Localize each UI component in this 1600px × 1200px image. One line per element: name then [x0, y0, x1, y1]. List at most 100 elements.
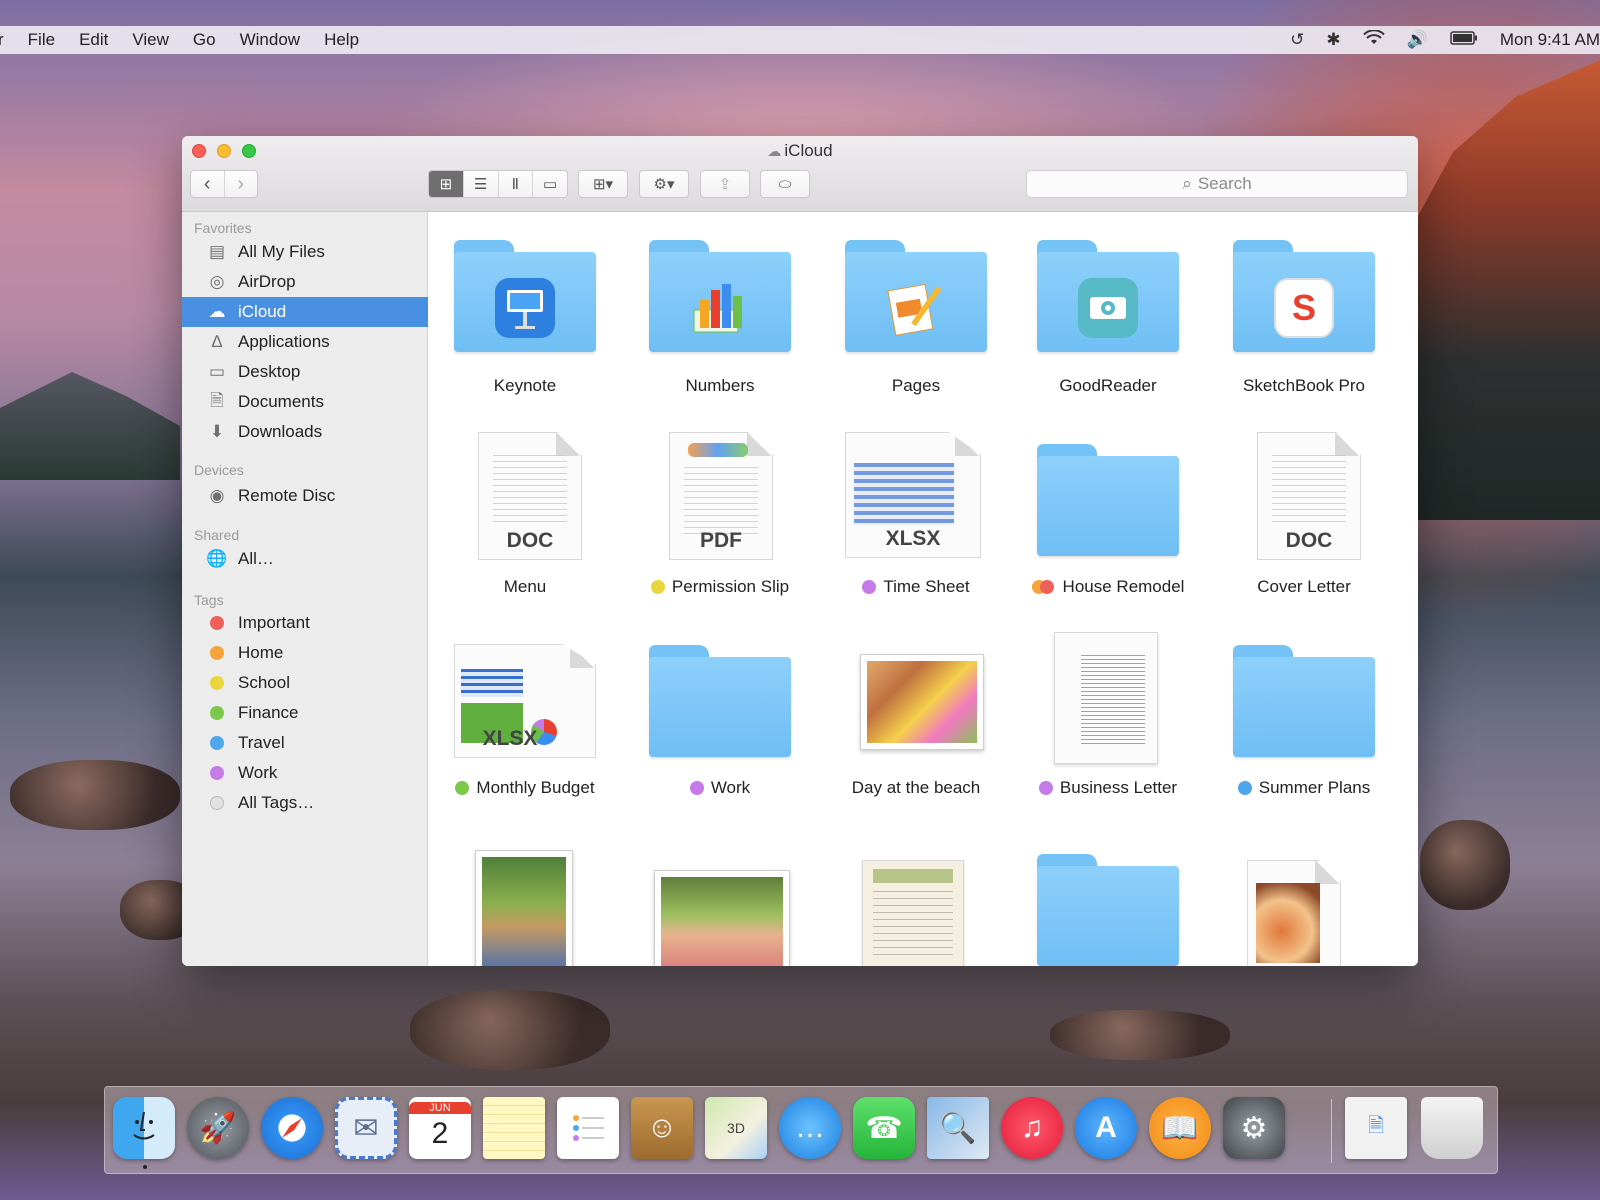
safari-icon[interactable] [261, 1097, 323, 1159]
folder-icon [649, 645, 791, 757]
tag-color-dot [455, 781, 470, 795]
item-name: Permission Slip [671, 577, 790, 596]
sidebar-item-icloud[interactable]: ☁ iCloud [182, 297, 428, 327]
dock-separator [1331, 1099, 1332, 1163]
column-view-button[interactable]: Ⅱ [497, 171, 533, 197]
apple-menu-fragment[interactable]: r [0, 30, 4, 50]
sidebar-item-documents[interactable]: 🗎 Documents [182, 387, 428, 417]
reminders-icon[interactable] [557, 1097, 619, 1159]
sidebar-item-downloads[interactable]: ⬇ Downloads [182, 417, 428, 447]
tag-color-dot [210, 736, 224, 750]
itunes-icon[interactable]: ♫ [1001, 1097, 1063, 1159]
sidebar-tag-all-tags[interactable]: All Tags… [182, 788, 428, 818]
trash-icon[interactable] [1421, 1097, 1483, 1159]
sidebar-item-airdrop[interactable]: ◎ AirDrop [182, 267, 428, 297]
time-machine-icon[interactable]: ↺ [1290, 30, 1304, 50]
sidebar-tag-important[interactable]: Important [182, 608, 428, 638]
tag-color-dot [210, 766, 224, 780]
document-thumbnail: XLSX [454, 644, 596, 758]
menu-view[interactable]: View [132, 30, 169, 50]
item-name: Summer Plans [1258, 778, 1371, 797]
facetime-icon[interactable]: ☎ [853, 1097, 915, 1159]
sidebar-item-label: Work [238, 763, 278, 782]
menu-file[interactable]: File [28, 30, 55, 50]
icon-view-button[interactable]: ⊞ [429, 171, 463, 197]
contacts-icon[interactable]: ☺ [631, 1097, 693, 1159]
menu-edit[interactable]: Edit [79, 30, 108, 50]
sidebar-item-label: Downloads [238, 422, 323, 441]
sidebar-item-label: Important [238, 613, 310, 632]
notes-icon[interactable] [483, 1097, 545, 1159]
action-gear-button[interactable]: ⚙▾ [639, 170, 689, 198]
folder-icon[interactable] [1037, 854, 1179, 966]
sidebar-item-label: All Tags… [238, 793, 315, 812]
sidebar-tag-work[interactable]: Work [182, 758, 428, 788]
edit-tags-button[interactable]: ⬭ [760, 170, 810, 198]
sidebar-section-favorites: Favorites [194, 220, 252, 236]
sidebar-item-label: School [238, 673, 290, 692]
item-name: Cover Letter [1257, 577, 1351, 596]
item-name: SketchBook Pro [1243, 376, 1365, 395]
sidebar-item-desktop[interactable]: ▭ Desktop [182, 357, 428, 387]
share-button[interactable]: ⇪ [700, 170, 750, 198]
battery-icon[interactable] [1450, 30, 1478, 50]
sidebar-tag-finance[interactable]: Finance [182, 698, 428, 728]
downloads-stack-icon[interactable]: 🗎 [1345, 1097, 1407, 1159]
tag-color-dot [210, 616, 224, 630]
search-field[interactable]: ⌕ Search [1026, 170, 1408, 198]
sidebar-item-shared-all[interactable]: 🌐 All… [182, 544, 428, 574]
sidebar-tag-school[interactable]: School [182, 668, 428, 698]
preview-icon[interactable]: 🔍 [927, 1097, 989, 1159]
app-store-icon[interactable]: A [1075, 1097, 1137, 1159]
item-name: Time Sheet [883, 577, 970, 596]
launchpad-icon[interactable]: 🚀 [187, 1097, 249, 1159]
menu-window[interactable]: Window [240, 30, 300, 50]
menu-bar-clock[interactable]: Mon 9:41 AM [1500, 30, 1600, 50]
cloud-icon: ☁ [767, 143, 782, 159]
sidebar-tag-home[interactable]: Home [182, 638, 428, 668]
cover-flow-button[interactable]: ▭ [532, 171, 567, 197]
keynote-icon [495, 278, 555, 338]
tag-color-dot [650, 580, 665, 594]
photo-thumbnail-girl-in-field[interactable] [654, 870, 790, 966]
wifi-icon[interactable] [1362, 28, 1385, 51]
forward-button[interactable]: › [223, 171, 258, 197]
sidebar-item-label: Home [238, 643, 284, 662]
sidebar-item-all-my-files[interactable]: ▤ All My Files [182, 237, 428, 267]
system-preferences-icon[interactable]: ⚙ [1223, 1097, 1285, 1159]
back-button[interactable]: ‹ [191, 171, 224, 197]
volume-icon[interactable]: 🔊 [1407, 30, 1428, 50]
finder-icon[interactable] [113, 1097, 175, 1159]
mail-icon[interactable]: ✉ [335, 1097, 397, 1159]
tag-color-dot [862, 580, 877, 594]
messages-icon[interactable]: … [779, 1097, 841, 1159]
menu-go[interactable]: Go [193, 30, 216, 50]
sidebar-item-applications[interactable]: ∆ Applications [182, 327, 428, 357]
document-thumbnail-garden-notes[interactable] [862, 860, 964, 966]
window-title: ☁ iCloud [182, 141, 1418, 161]
bluetooth-icon[interactable]: ✱ [1326, 30, 1340, 50]
item-name: Pages [891, 376, 941, 395]
maps-icon[interactable]: 3D [705, 1097, 767, 1159]
sidebar-item-remote-disc[interactable]: ◉ Remote Disc [182, 481, 428, 511]
sidebar-section-tags: Tags [194, 592, 224, 608]
arrange-button[interactable]: ⊞▾ [578, 170, 628, 198]
folder-icon [649, 240, 791, 352]
wallpaper-rock [1420, 820, 1510, 910]
document-thumbnail: DOC [478, 432, 582, 560]
tag-color-dot [210, 706, 224, 720]
document-thumbnail: DOC [1257, 432, 1361, 560]
pages-icon [886, 278, 946, 338]
list-view-button[interactable]: ☰ [462, 171, 498, 197]
sidebar-tag-travel[interactable]: Travel [182, 728, 428, 758]
document-thumbnail-local-catering[interactable] [1247, 860, 1341, 966]
item-name: Monthly Budget [476, 778, 595, 797]
calendar-month: JUN [409, 1102, 471, 1114]
photo-thumbnail-boy-with-puppy[interactable] [475, 850, 573, 966]
item-name: Day at the beach [851, 778, 981, 797]
menu-help[interactable]: Help [324, 30, 359, 50]
calendar-icon[interactable]: JUN 2 [409, 1097, 471, 1159]
item-name: Numbers [685, 376, 755, 395]
ibooks-icon[interactable]: 📖 [1149, 1097, 1211, 1159]
tag-color-dot [210, 676, 224, 690]
